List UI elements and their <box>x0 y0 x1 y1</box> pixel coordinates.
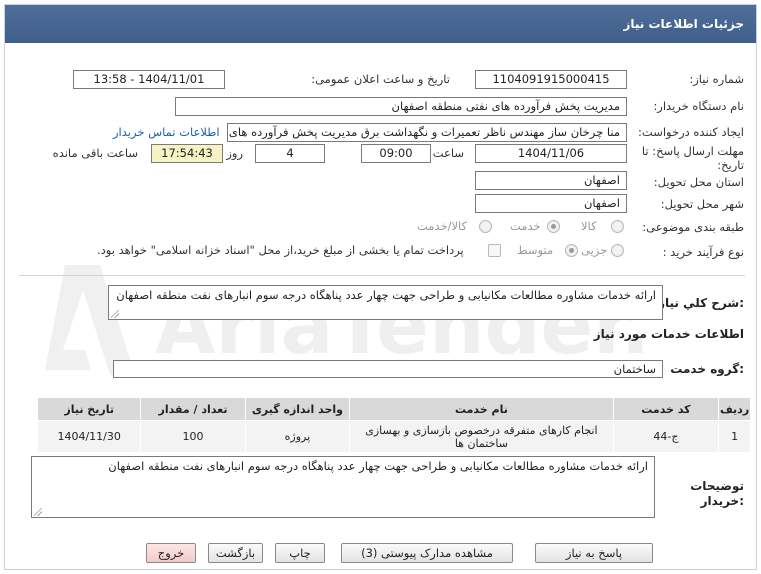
print-button[interactable]: چاپ <box>275 543 325 563</box>
days-field: 4 <box>255 144 325 163</box>
col-header-service-code: کد خدمت <box>612 397 720 421</box>
buyer-org-field: مدیریت پخش فرآورده های نفتی منطقه اصفهان <box>175 97 627 116</box>
city-label: شهر محل تحویل: <box>660 197 744 211</box>
process-option-medium: متوسط <box>517 243 554 257</box>
view-attachments-button[interactable]: مشاهده مدارک پیوستی (3) <box>341 543 513 563</box>
col-header-quantity: تعداد / مقدار <box>140 397 246 421</box>
category-radio-goods[interactable] <box>611 220 624 233</box>
process-option-minor: جزیی <box>581 243 608 257</box>
table-header-row: ردیف کد خدمت نام خدمت واحد اندازه گیری ت… <box>36 397 751 421</box>
treasury-payment-note: پرداخت تمام یا بخشی از مبلغ خرید،از محل … <box>97 243 464 257</box>
back-button[interactable]: بازگشت <box>208 543 263 563</box>
cell-unit: پروژه <box>244 420 351 453</box>
deadline-label: مهلت ارسال پاسخ: تا تاریخ: <box>641 144 744 172</box>
buyer-org-label: نام دستگاه خریدار: <box>653 99 744 113</box>
remaining-time-field: 17:54:43 <box>151 144 223 163</box>
cell-row-number: 1 <box>718 420 751 453</box>
process-radio-minor[interactable] <box>611 244 624 257</box>
category-option-service: خدمت <box>510 219 541 233</box>
requester-label: ایجاد کننده درخواست: <box>638 125 744 139</box>
buyer-notes-text: ارائه خدمات مشاوره مطالعات مکانیابی و طر… <box>108 459 648 473</box>
treasury-payment-checkbox[interactable] <box>488 244 501 257</box>
cell-service-code: ج-44 <box>612 420 720 453</box>
announce-label: تاریخ و ساعت اعلان عمومی: <box>311 72 450 86</box>
window-title: جزئیات اطلاعات نیاز <box>623 17 744 31</box>
title-bar: جزئیات اطلاعات نیاز <box>5 5 756 43</box>
resize-handle-icon[interactable] <box>111 310 119 318</box>
col-header-service-name: نام خدمت <box>349 397 614 421</box>
service-group-label: گروه خدمت: <box>670 362 744 376</box>
service-group-field: ساختمان <box>113 360 663 378</box>
description-text: ارائه خدمات مشاوره مطالعات مکانیابی و طر… <box>116 288 656 302</box>
col-header-need-date: تاریخ نیاز <box>36 397 142 421</box>
need-number-field: 1104091915000415 <box>475 70 627 89</box>
remaining-label: ساعت باقی مانده <box>52 146 138 160</box>
cell-service-name: انجام کارهای متفرقه درخصوص بازسازی و بهس… <box>349 420 614 453</box>
category-radio-service[interactable] <box>547 220 560 233</box>
requester-field: منا چرخان ساز مهندس ناظر تعمیرات و نگهدا… <box>227 123 627 142</box>
exit-button[interactable]: خروج <box>146 543 196 563</box>
deadline-time-field: 09:00 <box>361 144 431 163</box>
col-header-row-number: ردیف <box>718 397 751 421</box>
section-divider <box>19 275 745 276</box>
process-radio-medium[interactable] <box>565 244 578 257</box>
buyer-notes-label: توضیحات خریدار: <box>690 479 744 508</box>
time-label: ساعت <box>432 146 464 160</box>
category-option-goods: کالا <box>581 219 597 233</box>
buyer-contact-link[interactable]: اطلاعات تماس خریدار <box>113 125 220 139</box>
city-field: اصفهان <box>475 194 627 213</box>
province-label: استان محل تحویل: <box>653 175 744 189</box>
need-details-window: جزئیات اطلاعات نیاز AriaTender.net شماره… <box>4 4 757 570</box>
cell-quantity: 100 <box>140 420 246 453</box>
description-textarea[interactable]: ارائه خدمات مشاوره مطالعات مکانیابی و طر… <box>108 285 663 320</box>
cell-need-date: 1404/11/30 <box>36 420 142 453</box>
services-heading: اطلاعات خدمات مورد نیاز <box>593 327 744 341</box>
category-radio-goods-service[interactable] <box>479 220 492 233</box>
col-header-unit: واحد اندازه گیری <box>244 397 351 421</box>
announce-field: 1404/11/01 - 13:58 <box>73 70 225 89</box>
process-label: نوع فرآیند خرید : <box>662 245 744 259</box>
watermark-shield-icon <box>45 265 135 375</box>
need-number-label: شماره نیاز: <box>689 72 744 86</box>
description-label: شرح کلي نیاز: <box>658 296 744 310</box>
deadline-date-field: 1404/11/06 <box>475 144 627 163</box>
category-label: طبقه بندی موضوعی: <box>642 220 744 234</box>
table-row: 1 ج-44 انجام کارهای متفرقه درخصوص بازساز… <box>36 420 751 453</box>
reply-button[interactable]: پاسخ به نیاز <box>535 543 653 563</box>
buyer-notes-textarea[interactable]: ارائه خدمات مشاوره مطالعات مکانیابی و طر… <box>31 456 655 518</box>
category-option-goods-service: کالا/خدمت <box>417 219 468 233</box>
province-field: اصفهان <box>475 171 627 190</box>
services-table: ردیف کد خدمت نام خدمت واحد اندازه گیری ت… <box>36 397 751 453</box>
resize-handle-icon[interactable] <box>34 508 42 516</box>
